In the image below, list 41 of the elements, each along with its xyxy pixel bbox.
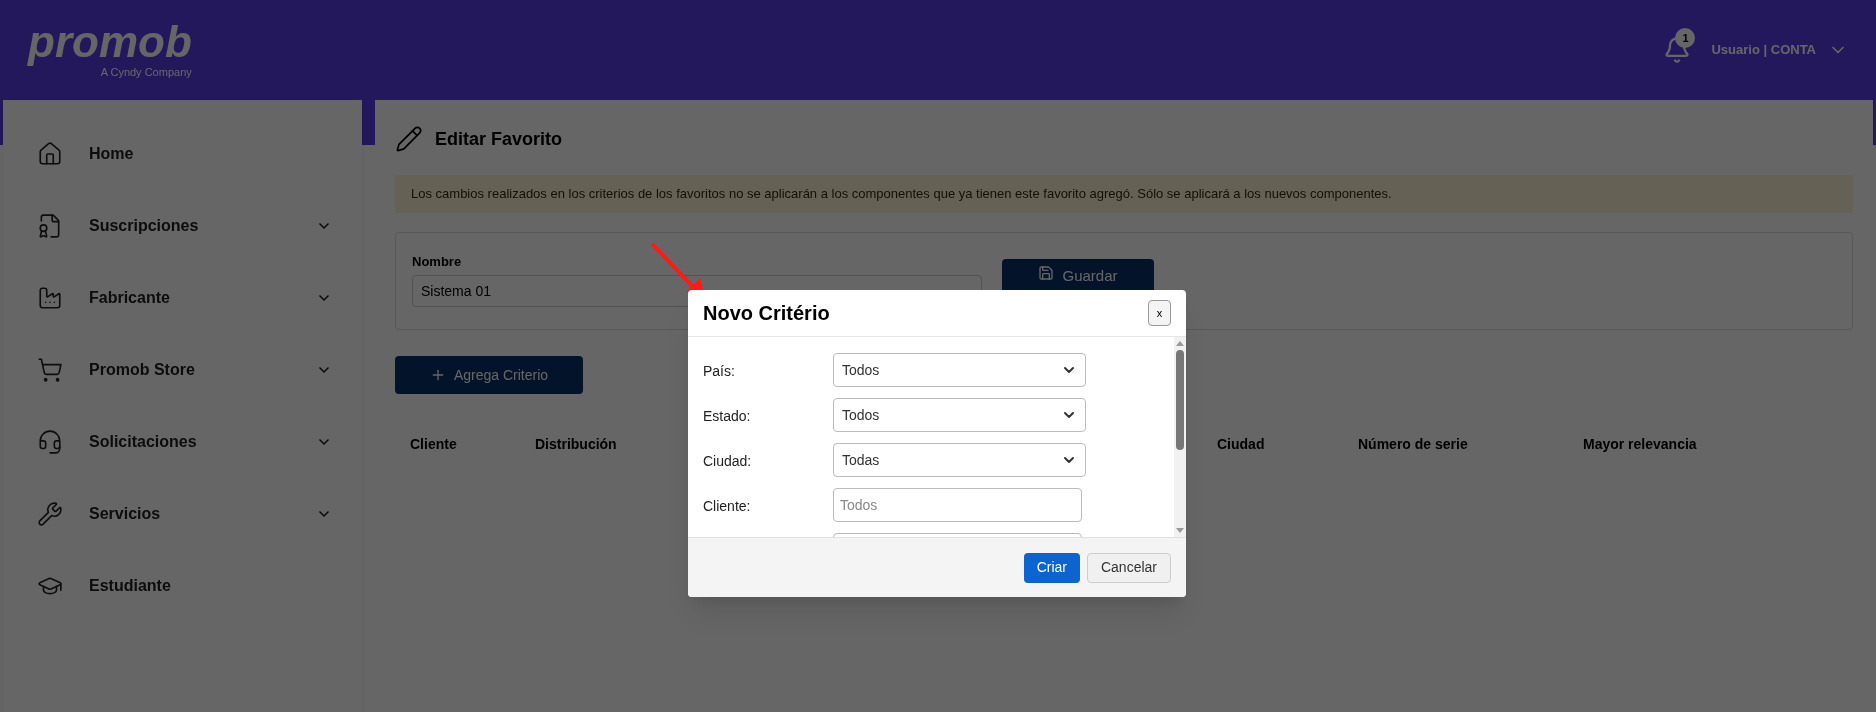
sidebar-item[interactable]: Home xyxy=(3,118,362,190)
input-field[interactable]: Todos xyxy=(833,488,1082,522)
column-header: Número de serie xyxy=(1358,436,1468,452)
cancel-button[interactable]: Cancelar xyxy=(1086,552,1171,583)
column-header: Mayor relevancia xyxy=(1583,436,1697,452)
page-title: Editar Favorito xyxy=(435,127,563,151)
close-button[interactable]: x xyxy=(1148,300,1171,326)
headset-icon xyxy=(37,429,63,455)
logo: promob xyxy=(28,20,192,64)
field-label: Estado: xyxy=(703,408,751,424)
dropdown[interactable]: Todos xyxy=(833,353,1086,387)
dropdown[interactable]: Todas xyxy=(833,443,1086,477)
scrollbar[interactable] xyxy=(1174,337,1186,537)
bell-icon[interactable] xyxy=(1663,36,1692,64)
column-header: Cliente xyxy=(410,436,457,452)
field-label: Nombre xyxy=(412,252,463,271)
dialog-title: Novo Critério xyxy=(703,301,830,326)
sidebar-item[interactable]: Servicios xyxy=(3,478,362,550)
create-button[interactable]: Criar xyxy=(1023,552,1080,583)
factory-icon xyxy=(37,285,63,311)
column-header: Distribución xyxy=(535,436,617,452)
notice-banner: Los cambios realizados en los criterios de los favoritos no se aplicarán a los componentes que ya tienen este favorito agregó. Sólo se aplicará a los nuevos componentes. xyxy=(395,175,1853,213)
field-label: Cliente: xyxy=(703,498,751,514)
sidebar-item[interactable]: Promob Store xyxy=(3,334,362,406)
save-icon xyxy=(1038,265,1055,281)
logo-tagline: A Cyndy Company xyxy=(100,66,192,80)
sidebar-item[interactable]: Estudiante xyxy=(3,550,362,622)
sidebar-item[interactable]: Fabricante xyxy=(3,262,362,334)
user-menu[interactable]: Usuario | CONTA xyxy=(1711,40,1848,60)
column-header: Ciudad xyxy=(1217,436,1265,452)
dropdown[interactable]: Todos xyxy=(833,398,1086,432)
field-label: País: xyxy=(703,363,735,379)
add-criterion-button[interactable]: Agrega Criterio xyxy=(395,356,583,394)
pencil-icon xyxy=(395,125,423,153)
cart-icon xyxy=(37,357,63,383)
sidebar-item[interactable]: Solicitaciones xyxy=(3,406,362,478)
wrench-icon xyxy=(37,501,63,527)
home-icon xyxy=(37,141,63,167)
notification-count: 1 xyxy=(1675,28,1696,48)
field-label: Ciudad: xyxy=(703,453,752,469)
sidebar-item[interactable]: Suscripciones xyxy=(3,190,362,262)
